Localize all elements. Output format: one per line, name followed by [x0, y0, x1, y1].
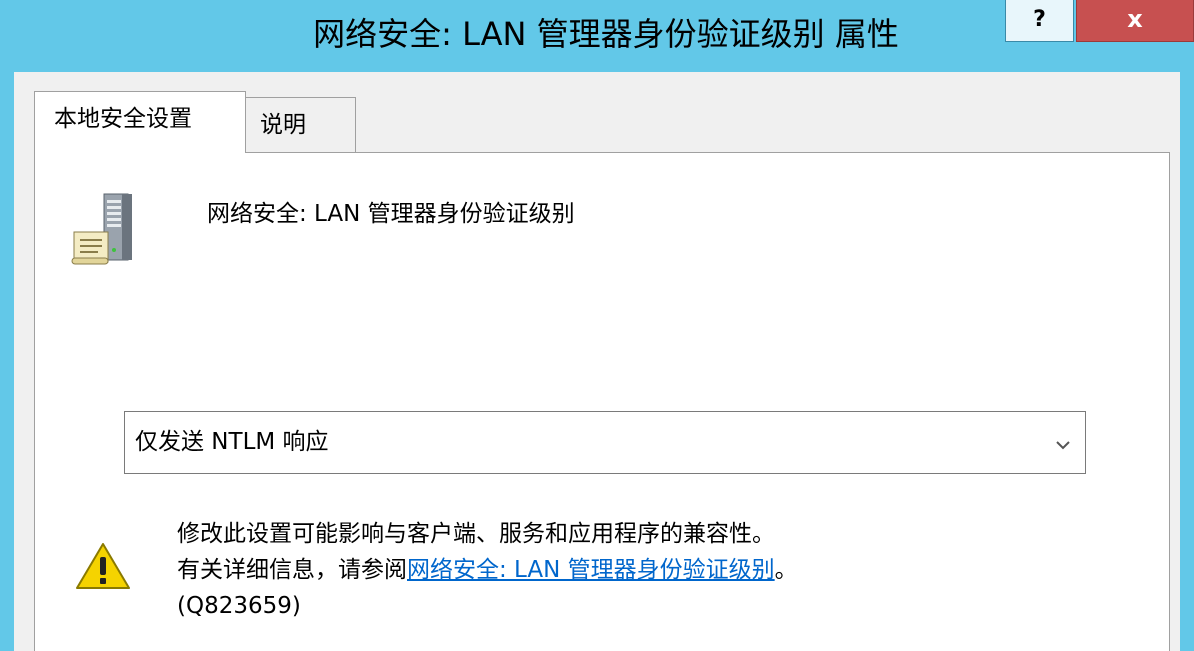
close-button[interactable]: x — [1076, 0, 1194, 42]
tab-explain[interactable]: 说明 — [245, 97, 356, 152]
title-bar[interactable]: 网络安全: LAN 管理器身份验证级别 属性 ? x — [0, 0, 1194, 72]
tab-panel: 网络安全: LAN 管理器身份验证级别 仅发送 NTLM 响应 修改此设置可能影… — [34, 152, 1170, 651]
compatibility-warning: 修改此设置可能影响与客户端、服务和应用程序的兼容性。 有关详细信息，请参阅网络安… — [177, 516, 798, 624]
tab-local-security-setting[interactable]: 本地安全设置 — [34, 91, 246, 153]
policy-name: 网络安全: LAN 管理器身份验证级别 — [207, 201, 575, 227]
dropdown-selected-value: 仅发送 NTLM 响应 — [135, 429, 329, 455]
warning-suffix: 。 — [774, 557, 798, 583]
warning-line-2: 有关详细信息，请参阅网络安全: LAN 管理器身份验证级别。 — [177, 552, 798, 588]
warning-icon — [75, 541, 131, 595]
dialog-body: 本地安全设置 说明 网络安全: LAN 管理器身份验证级别 仅发送 NTLM 响… — [14, 72, 1180, 651]
policy-help-link[interactable]: 网络安全: LAN 管理器身份验证级别 — [407, 557, 775, 583]
server-icon — [70, 192, 142, 272]
kb-article-id: (Q823659) — [177, 593, 301, 619]
help-button[interactable]: ? — [1005, 0, 1074, 42]
tab-label: 说明 — [260, 112, 306, 138]
tab-label: 本地安全设置 — [54, 106, 192, 132]
warning-prefix: 有关详细信息，请参阅 — [177, 557, 407, 583]
chevron-down-icon[interactable] — [1055, 436, 1071, 455]
lan-manager-level-dropdown[interactable]: 仅发送 NTLM 响应 — [124, 411, 1086, 474]
warning-line-1: 修改此设置可能影响与客户端、服务和应用程序的兼容性。 — [177, 521, 775, 547]
